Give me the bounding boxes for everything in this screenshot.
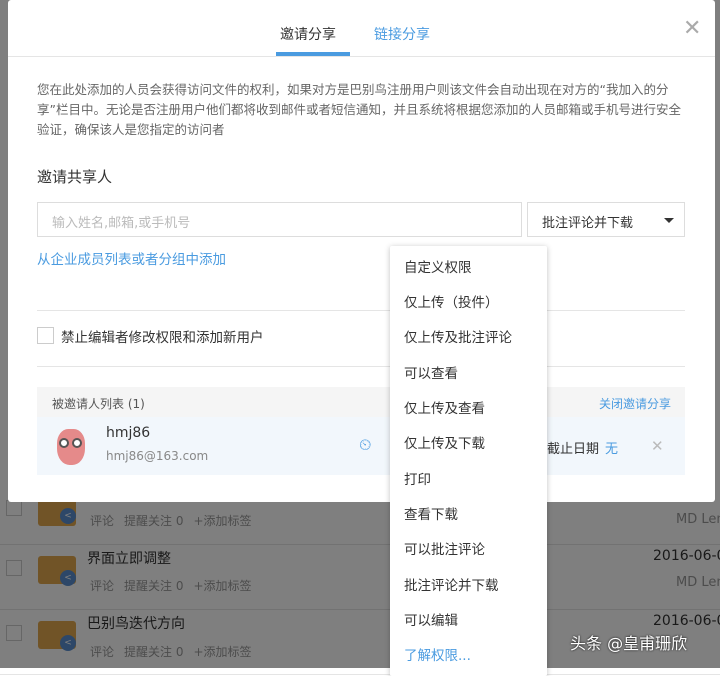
list-title: 被邀请人列表 (1) <box>52 397 145 411</box>
invitee-name: hmj86 <box>106 425 151 441</box>
invitee-list-header: 被邀请人列表 (1) 关闭邀请分享 <box>37 387 685 417</box>
permission-clock-icon[interactable]: ⏲ <box>359 435 371 455</box>
menu-item[interactable]: 自定义权限 <box>404 256 472 276</box>
menu-item[interactable]: 批注评论并下载 <box>404 574 499 594</box>
menu-item[interactable]: 打印 <box>404 468 431 488</box>
tab-invite-share[interactable]: 邀请分享 <box>280 24 336 44</box>
avatar <box>57 429 85 465</box>
add-from-org-link[interactable]: 从企业成员列表或者分组中添加 <box>37 248 226 268</box>
tab-bar: 邀请分享 链接分享 <box>8 0 715 57</box>
invitee-input[interactable]: 输入姓名,邮箱,或手机号 <box>37 202 522 237</box>
restrict-label: 禁止编辑者修改权限和添加新用户 <box>61 330 264 346</box>
menu-item[interactable]: 仅上传及批注评论 <box>404 326 512 346</box>
invitee-row: hmj86 hmj86@163.com ⏲ 截止日期无 ✕ <box>37 417 685 475</box>
permission-dropdown-menu: 自定义权限 仅上传（投件） 仅上传及批注评论 可以查看 仅上传及查看 仅上传及下… <box>390 246 547 676</box>
remove-invitee-icon[interactable]: ✕ <box>651 437 664 455</box>
permission-selected: 批注评论并下载 <box>542 216 634 231</box>
divider <box>37 310 685 311</box>
watermark: 头条 @皇甫珊欣 <box>570 634 688 653</box>
invite-heading: 邀请共享人 <box>37 168 113 186</box>
close-icon[interactable]: ✕ <box>683 18 701 40</box>
expiry-value[interactable]: 无 <box>605 442 618 457</box>
divider <box>37 366 685 367</box>
menu-item[interactable]: 仅上传及下载 <box>404 432 485 452</box>
caret-down-icon <box>664 218 674 228</box>
learn-permissions-link[interactable]: 了解权限... <box>404 644 471 664</box>
expiry-label: 截止日期 <box>547 442 600 457</box>
menu-item[interactable]: 仅上传（投件） <box>404 291 499 311</box>
share-dialog: 邀请分享 链接分享 ✕ 您在此处添加的人员会获得访问文件的权利，如果对方是巴别鸟… <box>8 0 715 502</box>
close-share-link[interactable]: 关闭邀请分享 <box>599 395 671 412</box>
menu-item[interactable]: 可以查看 <box>404 362 458 382</box>
invitee-email: hmj86@163.com <box>106 449 209 463</box>
menu-item[interactable]: 查看下载 <box>404 503 458 523</box>
active-tab-indicator <box>276 52 350 56</box>
menu-item[interactable]: 仅上传及查看 <box>404 397 485 417</box>
restrict-checkbox[interactable] <box>37 327 54 344</box>
tab-link-share[interactable]: 链接分享 <box>374 24 430 44</box>
menu-item[interactable]: 可以批注评论 <box>404 538 485 558</box>
description: 您在此处添加的人员会获得访问文件的权利，如果对方是巴别鸟注册用户则该文件会自动出… <box>37 82 681 137</box>
menu-item[interactable]: 可以编辑 <box>404 609 458 629</box>
permission-select[interactable]: 批注评论并下载 <box>527 202 685 237</box>
expiry: 截止日期无 <box>547 438 618 457</box>
